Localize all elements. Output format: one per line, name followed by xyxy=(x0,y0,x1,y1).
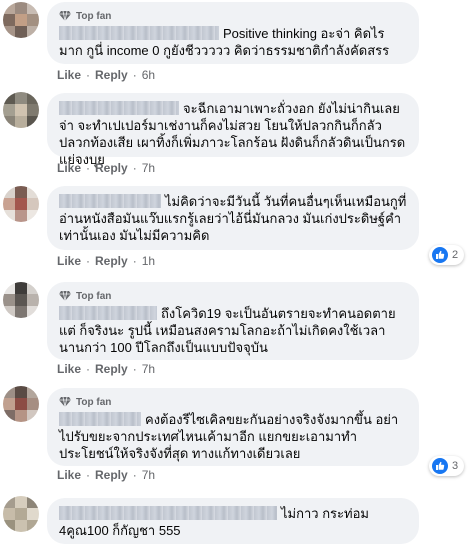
avatar[interactable] xyxy=(3,496,39,532)
comment-timestamp[interactable]: 6h xyxy=(142,68,155,82)
comment: Top fan คงต้องรีไซเคิลขยะกันอย่างจริงจัง… xyxy=(0,386,471,490)
comment: Top fan Positive thinking อะจ่า คิดไรมาก… xyxy=(0,0,471,90)
badge-label: Top fan xyxy=(76,396,112,408)
reply-button[interactable]: Reply xyxy=(95,68,128,82)
reply-button[interactable]: Reply xyxy=(95,362,128,376)
thumbs-up-icon xyxy=(432,458,448,474)
top-fan-diamond-icon xyxy=(59,396,71,408)
badge-label: Top fan xyxy=(76,290,112,302)
avatar[interactable] xyxy=(3,2,39,38)
comment: Top fan ถึงโควิด19 จะเป็นอันตรายจะทำคนอด… xyxy=(0,278,471,382)
like-button[interactable]: Like xyxy=(57,161,81,175)
avatar[interactable] xyxy=(3,282,39,318)
reply-button[interactable]: Reply xyxy=(95,254,128,268)
reaction-count: 2 xyxy=(452,249,459,261)
comment-bubble: ไม่กาว กระท่อม 4คูณ100 ก็กัญชา 555 xyxy=(47,498,419,544)
blurred-author-name[interactable] xyxy=(59,412,141,426)
top-fan-badge: Top fan xyxy=(59,395,407,409)
blurred-author-name[interactable] xyxy=(59,194,161,208)
reaction-count: 3 xyxy=(452,460,459,472)
top-fan-diamond-icon xyxy=(59,290,71,302)
badge-label: Top fan xyxy=(76,10,112,22)
reply-button[interactable]: Reply xyxy=(95,161,128,175)
avatar[interactable] xyxy=(3,186,39,222)
blurred-author-name[interactable] xyxy=(59,101,179,115)
avatar[interactable] xyxy=(3,92,39,128)
avatar[interactable] xyxy=(3,386,39,422)
comment-bubble: Top fan คงต้องรีไซเคิลขยะกันอย่างจริงจัง… xyxy=(47,388,419,466)
reply-button[interactable]: Reply xyxy=(95,468,128,482)
comment-bubble: ไม่คิดว่าจะมีวันนี้ วันที่คนอื่นๆเห็นเหม… xyxy=(47,186,419,250)
top-fan-badge: Top fan xyxy=(59,289,407,303)
comment-timestamp[interactable]: 7h xyxy=(142,161,155,175)
like-button[interactable]: Like xyxy=(57,254,81,268)
top-fan-badge: Top fan xyxy=(59,9,407,23)
reaction-summary[interactable]: 3 xyxy=(429,456,465,476)
comment-bubble: จะฉีกเอามาเพาะถั่วงอก ยังไม่น่ากินเลยจ่า… xyxy=(47,93,419,167)
comment-bubble: Top fan Positive thinking อะจ่า คิดไรมาก… xyxy=(47,2,419,64)
thumbs-up-icon xyxy=(432,247,448,263)
like-button[interactable]: Like xyxy=(57,68,81,82)
comment: จะฉีกเอามาเพาะถั่วงอก ยังไม่น่ากินเลยจ่า… xyxy=(0,90,471,182)
comment-timestamp[interactable]: 7h xyxy=(142,468,155,482)
reaction-summary[interactable]: 2 xyxy=(429,245,465,265)
comment-timestamp[interactable]: 1h xyxy=(142,254,155,268)
blurred-author-name[interactable] xyxy=(59,506,277,520)
top-fan-diamond-icon xyxy=(59,10,71,22)
comment: ไม่คิดว่าจะมีวันนี้ วันที่คนอื่นๆเห็นเหม… xyxy=(0,182,471,274)
like-button[interactable]: Like xyxy=(57,468,81,482)
blurred-author-name[interactable] xyxy=(59,26,219,40)
comment-timestamp[interactable]: 7h xyxy=(142,362,155,376)
comment: ไม่กาว กระท่อม 4คูณ100 ก็กัญชา 555 xyxy=(0,494,471,550)
blurred-author-name[interactable] xyxy=(59,306,157,320)
comment-bubble: Top fan ถึงโควิด19 จะเป็นอันตรายจะทำคนอด… xyxy=(47,282,419,360)
like-button[interactable]: Like xyxy=(57,362,81,376)
